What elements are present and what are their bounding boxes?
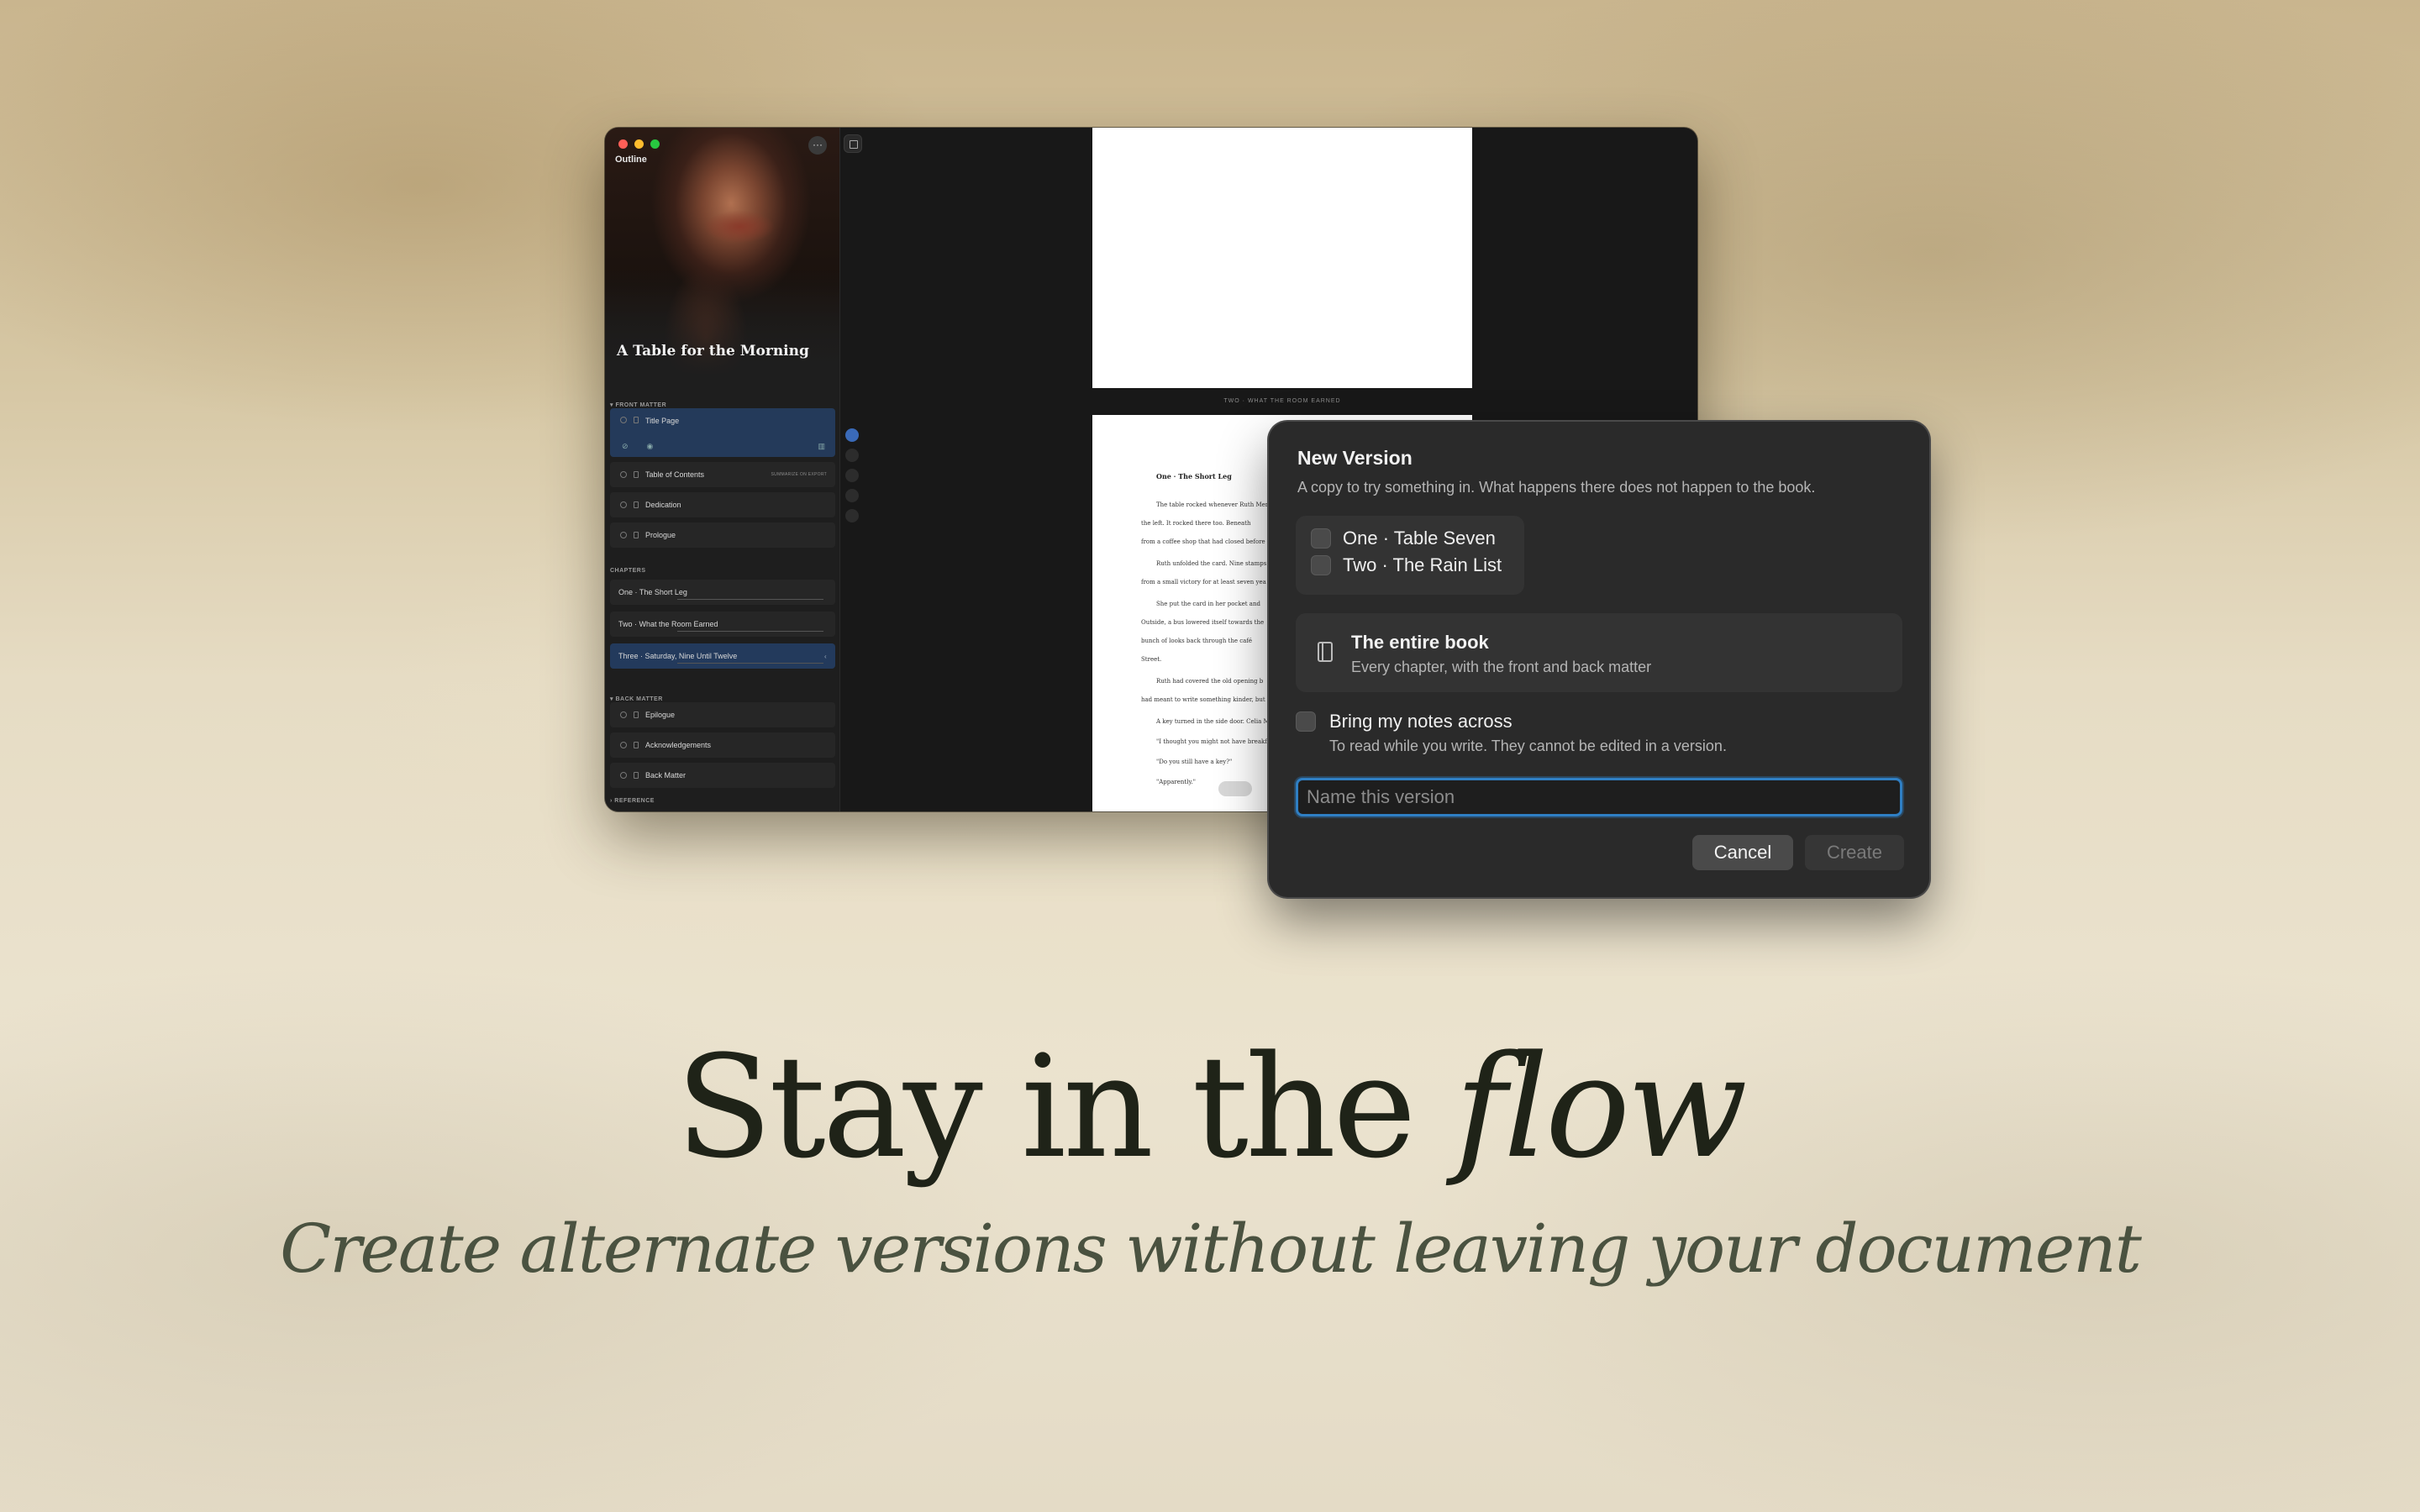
- window-controls: [618, 139, 660, 149]
- book-title: A Table for the Morning: [617, 343, 809, 360]
- page-line: from a coffee shop that had closed befor…: [1141, 538, 1265, 545]
- page-line: from a small victory for at least seven …: [1141, 579, 1266, 585]
- page-line: had meant to write something kinder, but: [1141, 696, 1265, 703]
- outline-item-back-matter[interactable]: Back Matter: [610, 763, 835, 788]
- page-line: the left. It rocked there too. Beneath: [1141, 520, 1251, 527]
- minimize-window-button[interactable]: [634, 139, 644, 149]
- document-icon: [634, 742, 639, 748]
- sidebar-toggle-icon[interactable]: [844, 134, 862, 153]
- entire-book-subtitle: Every chapter, with the front and back m…: [1351, 659, 1652, 675]
- new-version-dialog: New Version A copy to try something in. …: [1269, 422, 1929, 897]
- section-chapters: CHAPTERS: [610, 568, 646, 574]
- outline-item-label: Prologue: [645, 531, 676, 539]
- outline-item-label: Epilogue: [645, 711, 676, 719]
- document-icon: [634, 501, 639, 508]
- chevron-left-icon[interactable]: ‹: [824, 653, 827, 660]
- document-icon: [634, 417, 639, 423]
- outline-item-table-of-contents[interactable]: Table of Contents SUMMARIZE ON EXPORT: [610, 462, 835, 487]
- chapter-option-one[interactable]: One · Table Seven: [1311, 528, 1496, 549]
- outline-item-title-page[interactable]: Title Page ⊘ ◉ ▥: [610, 408, 835, 457]
- history-icon[interactable]: [845, 489, 859, 502]
- trash-icon[interactable]: ▥: [818, 442, 825, 451]
- zoom-window-button[interactable]: [650, 139, 660, 149]
- chapter-label: Two · What the Room Earned: [618, 620, 718, 628]
- bring-notes-checkbox[interactable]: [1296, 711, 1316, 732]
- tool-rail: [845, 428, 859, 522]
- grid-icon[interactable]: [845, 509, 859, 522]
- bring-notes-label[interactable]: Bring my notes across: [1329, 711, 1512, 732]
- page-line: bunch of looks back through the café: [1141, 638, 1253, 644]
- outline-item-label: Title Page: [645, 417, 680, 425]
- close-window-button[interactable]: [618, 139, 628, 149]
- chapter-option-label: One · Table Seven: [1343, 528, 1496, 549]
- book-icon: [1318, 642, 1333, 662]
- outline-item-label: Acknowledgements: [645, 741, 712, 749]
- headline: Stay in the flow: [0, 1025, 2420, 1189]
- chapter-checkbox[interactable]: [1311, 528, 1331, 549]
- page-line: Outside, a bus lowered itself towards th…: [1141, 619, 1265, 626]
- item-actions: ⊘ ◉: [622, 442, 653, 451]
- chapter-progress-line: [677, 631, 823, 632]
- page-line: "Apparently.": [1156, 779, 1196, 785]
- pen-tool-icon[interactable]: [845, 428, 859, 442]
- subheadline: Create alternate versions without leavin…: [280, 1210, 2142, 1288]
- page-line: Street.: [1141, 656, 1162, 663]
- outline-item-label: Dedication: [645, 501, 681, 509]
- manuscript-page-blank[interactable]: [1092, 128, 1472, 388]
- chapter-label: One · The Short Leg: [618, 588, 687, 596]
- outline-item-prologue[interactable]: Prologue: [610, 522, 835, 548]
- chapter-item-two[interactable]: Two · What the Room Earned: [610, 612, 835, 637]
- document-icon: [634, 772, 639, 779]
- chapter-checkbox[interactable]: [1311, 555, 1331, 575]
- document-icon: [634, 471, 639, 478]
- chapter-progress-line: [677, 599, 823, 600]
- status-circle-icon[interactable]: [620, 471, 627, 478]
- link-icon[interactable]: ⊘: [622, 442, 629, 451]
- bring-notes-description: To read while you write. They cannot be …: [1329, 738, 1727, 754]
- chapter-item-one[interactable]: One · The Short Leg: [610, 580, 835, 605]
- page-scroll-pill[interactable]: [1218, 781, 1252, 796]
- eye-icon[interactable]: ◉: [647, 442, 654, 451]
- headline-plain: Stay in the: [676, 1025, 1455, 1189]
- toc-badge: SUMMARIZE ON EXPORT: [771, 472, 827, 477]
- more-options-button[interactable]: ···: [808, 136, 827, 155]
- people-icon[interactable]: [845, 449, 859, 462]
- status-circle-icon[interactable]: [620, 742, 627, 748]
- document-icon: [634, 711, 639, 718]
- section-back-matter[interactable]: ▾ BACK MATTER: [610, 696, 663, 702]
- entire-book-option[interactable]: The entire book Every chapter, with the …: [1296, 613, 1902, 692]
- chapter-caption: TWO · WHAT THE ROOM EARNED: [1223, 398, 1341, 404]
- headline-italic: flow: [1455, 1025, 1748, 1189]
- outline-item-label: Back Matter: [645, 771, 687, 780]
- dialog-title: New Version: [1297, 447, 1413, 469]
- outline-item-acknowledgements[interactable]: Acknowledgements: [610, 732, 835, 758]
- version-name-input[interactable]: [1296, 778, 1902, 816]
- create-button[interactable]: Create: [1805, 835, 1904, 870]
- chapter-option-label: Two · The Rain List: [1343, 554, 1502, 575]
- dialog-subtitle: A copy to try something in. What happens…: [1297, 479, 1816, 496]
- section-reference[interactable]: › REFERENCE: [610, 798, 655, 804]
- chapter-progress-line: [677, 663, 823, 664]
- status-circle-icon[interactable]: [620, 501, 627, 508]
- status-circle-icon[interactable]: [620, 532, 627, 538]
- outline-item-label: Table of Contents: [645, 470, 705, 479]
- document-icon: [634, 532, 639, 538]
- sidebar-title: Outline: [615, 155, 647, 165]
- outline-sidebar: Outline ··· A Table for the Morning ▾ FR…: [605, 128, 840, 811]
- outline-item-dedication[interactable]: Dedication: [610, 492, 835, 517]
- section-front-matter[interactable]: ▾ FRONT MATTER: [610, 402, 666, 408]
- status-circle-icon[interactable]: [620, 417, 627, 423]
- page-heading: One · The Short Leg: [1156, 472, 1232, 480]
- entire-book-title: The entire book: [1351, 632, 1489, 653]
- stats-icon[interactable]: [845, 469, 859, 482]
- outline-item-epilogue[interactable]: Epilogue: [610, 702, 835, 727]
- cancel-button[interactable]: Cancel: [1692, 835, 1793, 870]
- status-circle-icon[interactable]: [620, 772, 627, 779]
- chapter-selection-box: One · Table Seven Two · The Rain List: [1296, 516, 1524, 595]
- chapter-label: Three · Saturday, Nine Until Twelve: [618, 652, 738, 660]
- status-circle-icon[interactable]: [620, 711, 627, 718]
- chapter-option-two[interactable]: Two · The Rain List: [1311, 554, 1502, 576]
- chapter-item-three[interactable]: Three · Saturday, Nine Until Twelve ‹: [610, 643, 835, 669]
